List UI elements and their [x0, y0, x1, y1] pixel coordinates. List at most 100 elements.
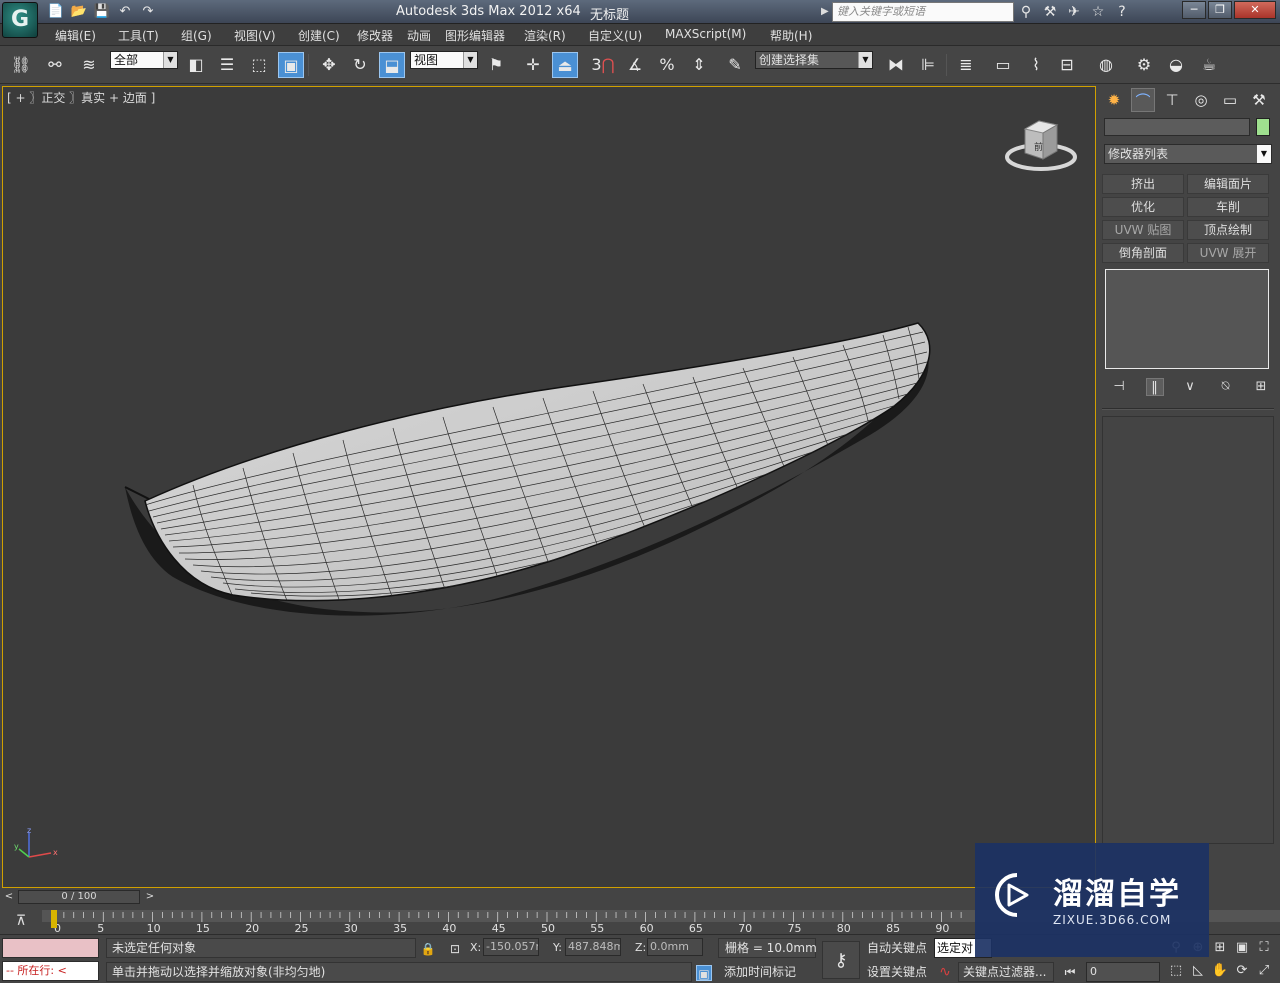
menu-customize[interactable]: 自定义(U): [588, 27, 642, 44]
time-slider-prev-button[interactable]: <: [2, 890, 16, 904]
layer-manager-icon[interactable]: ≣: [953, 52, 979, 78]
zoom-extents-all-icon[interactable]: ⛶: [1254, 938, 1274, 958]
close-button[interactable]: ✕: [1234, 1, 1276, 19]
menu-tools[interactable]: 工具(T): [118, 27, 159, 44]
binoculars-icon[interactable]: ⚲: [1016, 2, 1036, 22]
pin-stack-icon[interactable]: ⊣: [1110, 378, 1128, 396]
absolute-relative-toggle-icon[interactable]: ⊡: [447, 941, 463, 957]
vertex-paint-button[interactable]: 顶点绘制: [1187, 220, 1269, 240]
menu-animation[interactable]: 动画: [407, 27, 431, 44]
configure-modifier-sets-icon[interactable]: ⊞: [1252, 378, 1270, 396]
select-object-icon[interactable]: ◧: [183, 52, 209, 78]
modifier-stack[interactable]: [1105, 269, 1269, 369]
running-line-label[interactable]: -- 所在行: <: [2, 961, 99, 981]
help-icon[interactable]: ?: [1112, 2, 1132, 22]
communication-icon[interactable]: ✈: [1064, 2, 1084, 22]
link-icon[interactable]: ⛓: [8, 52, 34, 78]
select-scale-icon[interactable]: ⬓: [379, 52, 405, 78]
remove-modifier-icon[interactable]: ⍉: [1217, 378, 1235, 396]
unlink-icon[interactable]: ⚯: [42, 52, 68, 78]
subscription-icon[interactable]: ⚒: [1040, 2, 1060, 22]
menu-edit[interactable]: 编辑(E): [55, 27, 96, 44]
bind-space-warp-icon[interactable]: ≋: [76, 52, 102, 78]
menu-rendering[interactable]: 渲染(R): [524, 27, 566, 44]
time-slider-next-button[interactable]: >: [143, 890, 157, 904]
pivot-center-icon[interactable]: ⚑: [483, 52, 509, 78]
graphite-ribbon-icon[interactable]: ▭: [990, 52, 1016, 78]
create-icon[interactable]: ✹: [1102, 88, 1126, 112]
current-frame-field[interactable]: 0: [1086, 962, 1160, 982]
time-slider-handle[interactable]: 0 / 100: [18, 890, 140, 904]
modifier-list-dropdown[interactable]: 修改器列表 ▼: [1104, 144, 1272, 164]
window-crossing-icon[interactable]: ▣: [278, 52, 304, 78]
maxscript-mini-listener[interactable]: [2, 938, 99, 958]
render-production-icon[interactable]: ☕: [1196, 52, 1222, 78]
spinner-snap-icon[interactable]: ⇕: [686, 52, 712, 78]
utilities-icon[interactable]: ⚒: [1247, 88, 1271, 112]
object-name-field[interactable]: [1104, 118, 1250, 136]
adaptive-degradation-icon[interactable]: ▣: [696, 965, 712, 981]
unwrap-uvw-button[interactable]: UVW 展开: [1187, 243, 1269, 263]
curve-editor-icon[interactable]: ⌇: [1023, 52, 1049, 78]
save-file-icon[interactable]: 💾: [92, 3, 112, 21]
current-frame-marker[interactable]: [51, 910, 57, 928]
undo-icon[interactable]: ↶: [115, 3, 135, 21]
zoom-extents-selected-icon[interactable]: ▣: [1232, 938, 1252, 958]
restore-button[interactable]: ❐: [1208, 1, 1232, 19]
field-of-view-icon[interactable]: ◺: [1188, 961, 1208, 981]
mirror-icon[interactable]: ⧓: [883, 52, 909, 78]
angle-snap-icon[interactable]: ∡: [622, 52, 648, 78]
add-time-tag-button[interactable]: 添加时间标记: [718, 963, 816, 983]
display-icon[interactable]: ▭: [1218, 88, 1242, 112]
uvw-map-button[interactable]: UVW 贴图: [1102, 220, 1184, 240]
material-editor-icon[interactable]: ◍: [1093, 52, 1119, 78]
key-curve-icon[interactable]: ∿: [934, 963, 956, 981]
optimize-button[interactable]: 优化: [1102, 197, 1184, 217]
menu-modifiers[interactable]: 修改器: [357, 27, 393, 44]
auto-key-button[interactable]: 自动关键点: [864, 938, 930, 958]
select-manipulate-icon[interactable]: ✛: [520, 52, 546, 78]
schematic-view-icon[interactable]: ⊟: [1054, 52, 1080, 78]
modify-icon[interactable]: ⌒: [1131, 88, 1155, 112]
favorites-icon[interactable]: ☆: [1088, 2, 1108, 22]
lathe-button[interactable]: 车削: [1187, 197, 1269, 217]
set-key-icon[interactable]: ⚷: [822, 941, 860, 979]
motion-icon[interactable]: ◎: [1189, 88, 1213, 112]
menu-group[interactable]: 组(G): [181, 27, 212, 44]
orbit-icon[interactable]: ⟳: [1232, 961, 1252, 981]
menu-views[interactable]: 视图(V): [234, 27, 276, 44]
maximize-viewport-icon[interactable]: ⤢: [1254, 961, 1274, 981]
y-coordinate-field[interactable]: 487.848mm: [565, 938, 621, 956]
selection-filter-dropdown[interactable]: 全部 ▼: [110, 51, 178, 69]
key-mode-toggle-icon[interactable]: ⏮: [1062, 964, 1078, 980]
reference-coordinate-dropdown[interactable]: 视图 ▼: [410, 51, 478, 69]
selection-lock-icon[interactable]: 🔒: [420, 941, 436, 957]
open-file-icon[interactable]: 📂: [69, 3, 89, 21]
keyboard-shortcut-override-icon[interactable]: ⏏: [552, 52, 578, 78]
minimize-button[interactable]: ─: [1182, 1, 1206, 19]
pan-view-icon[interactable]: ✋: [1210, 961, 1230, 981]
snap-3d-icon[interactable]: 3⋂: [590, 52, 616, 78]
mini-curve-editor-icon[interactable]: ⊼: [10, 911, 32, 931]
app-logo-button[interactable]: G: [2, 2, 38, 38]
search-expand-icon[interactable]: ▶: [821, 4, 831, 20]
select-rotate-icon[interactable]: ↻: [347, 52, 373, 78]
menu-maxscript[interactable]: MAXScript(M): [665, 27, 746, 41]
edit-named-selection-icon[interactable]: ✎: [722, 52, 748, 78]
z-coordinate-field[interactable]: 0.0mm: [647, 938, 703, 956]
object-color-swatch[interactable]: [1256, 118, 1270, 136]
search-input[interactable]: 键入关键字或短语: [832, 2, 1014, 22]
selection-region-icon[interactable]: ⬚: [246, 52, 272, 78]
hierarchy-icon[interactable]: ⊤: [1160, 88, 1184, 112]
viewcube-widget[interactable]: 前: [1003, 117, 1083, 177]
make-unique-icon[interactable]: ∨: [1181, 378, 1199, 396]
redo-icon[interactable]: ↷: [138, 3, 158, 21]
key-filters-button[interactable]: 关键点过滤器...: [958, 962, 1054, 982]
extrude-button[interactable]: 挤出: [1102, 174, 1184, 194]
show-end-result-icon[interactable]: ‖: [1145, 378, 1164, 396]
menu-create[interactable]: 创建(C): [298, 27, 340, 44]
menu-help[interactable]: 帮助(H): [770, 27, 812, 44]
zoom-region-icon[interactable]: ⬚: [1166, 961, 1186, 981]
edit-patch-button[interactable]: 编辑面片: [1187, 174, 1269, 194]
set-key-button[interactable]: 设置关键点: [864, 962, 930, 982]
